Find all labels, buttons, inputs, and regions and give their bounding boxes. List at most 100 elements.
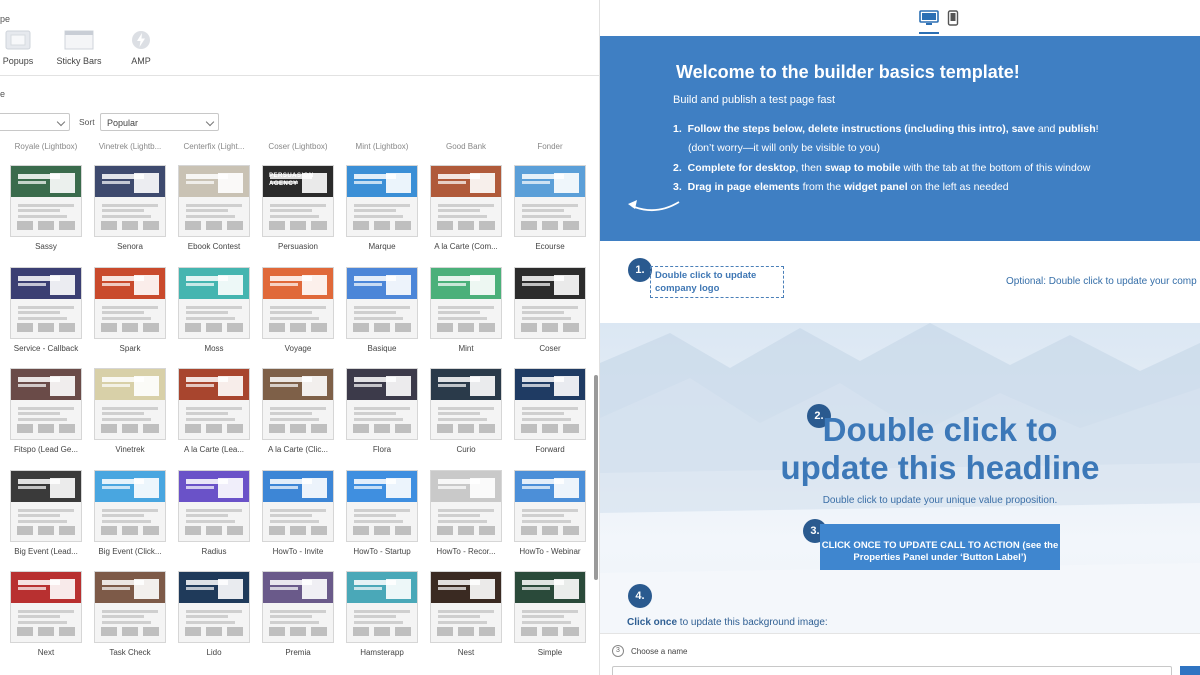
template-label: Spark — [119, 344, 141, 353]
template-thumbnail[interactable] — [178, 368, 250, 440]
template-thumbnail[interactable] — [346, 267, 418, 339]
template-label: Royale (Lightbox) — [14, 142, 78, 151]
sort-select-value: Popular — [107, 118, 139, 128]
template-thumbnail[interactable] — [262, 267, 334, 339]
template-label: Hamsterapp — [360, 648, 404, 657]
amp-bolt-icon — [132, 31, 150, 49]
hero-section[interactable]: 2. Double click to update this headline … — [600, 323, 1200, 633]
page-preview-panel: Welcome to the builder basics template! … — [600, 0, 1200, 675]
template-thumbnail[interactable] — [178, 165, 250, 237]
intro-step-2: 2. Complete for desktop, then swap to mo… — [673, 162, 1091, 174]
template-thumbnail[interactable] — [514, 267, 586, 339]
type-popups-label: Popups — [2, 56, 34, 66]
type-popups[interactable]: Popups — [0, 30, 36, 66]
page-type-label: pe — [0, 14, 11, 24]
template-thumbnail[interactable] — [430, 571, 502, 643]
intro-step-1: 1. Follow the steps below, delete instru… — [673, 123, 1099, 135]
template-label: Basique — [367, 344, 397, 353]
page-header-section[interactable]: 1. Double click to update company logo O… — [600, 241, 1200, 323]
template-thumbnail[interactable] — [430, 267, 502, 339]
template-label: Task Check — [109, 648, 151, 657]
template-thumbnail[interactable] — [178, 470, 250, 542]
template-label: HowTo - Webinar — [519, 547, 581, 556]
template-thumbnail[interactable] — [94, 368, 166, 440]
template-label: Vinetrek — [115, 445, 145, 454]
filter-label: e — [0, 89, 6, 99]
template-thumbnail[interactable] — [514, 165, 586, 237]
template-label: Mint (Lightbox) — [355, 142, 409, 151]
page-name-input[interactable] — [612, 666, 1172, 675]
template-thumbnail[interactable] — [514, 470, 586, 542]
template-label: Voyage — [284, 344, 312, 353]
template-thumbnail[interactable] — [262, 368, 334, 440]
template-label: Coser (Lightbox) — [268, 142, 328, 151]
template-label: Simple — [537, 648, 563, 657]
active-device-indicator — [919, 32, 939, 34]
template-thumbnail[interactable] — [262, 470, 334, 542]
template-thumbnail[interactable] — [346, 165, 418, 237]
template-label: Good Bank — [445, 142, 487, 151]
template-label: HowTo - Recor... — [436, 547, 496, 556]
intro-step-3: 3. Drag in page elements from the widget… — [673, 181, 1009, 193]
template-thumbnail[interactable] — [430, 470, 502, 542]
type-amp[interactable]: AMP — [126, 30, 156, 66]
template-thumbnail[interactable] — [10, 267, 82, 339]
hero-headline[interactable]: Double click to update this headline — [600, 411, 1200, 487]
step-number-icon: 3 — [612, 645, 624, 657]
template-thumbnail[interactable] — [94, 165, 166, 237]
template-thumbnail[interactable] — [10, 571, 82, 643]
template-label: Senora — [117, 242, 143, 251]
template-thumbnail[interactable] — [178, 267, 250, 339]
template-thumbnail[interactable] — [346, 571, 418, 643]
template-thumbnail[interactable] — [10, 470, 82, 542]
template-thumbnail[interactable] — [346, 368, 418, 440]
cta-line-1: CLICK ONCE TO UPDATE CALL TO ACTION (see… — [821, 540, 1059, 551]
template-thumbnail[interactable] — [262, 571, 334, 643]
template-thumbnail[interactable] — [10, 165, 82, 237]
template-thumbnail[interactable] — [430, 368, 502, 440]
template-label: Radius — [201, 547, 227, 556]
template-thumbnail[interactable] — [94, 470, 166, 542]
device-toggle-bar — [600, 0, 1200, 36]
template-label: A la Carte (Lea... — [183, 445, 245, 454]
intro-instructions-section[interactable]: Welcome to the builder basics template! … — [600, 36, 1200, 241]
popup-icon — [5, 30, 31, 50]
template-thumbnail[interactable] — [346, 470, 418, 542]
template-label: Flora — [372, 445, 392, 454]
intro-title: Welcome to the builder basics template! — [676, 62, 1020, 82]
template-thumbnail[interactable] — [178, 571, 250, 643]
gallery-scrollbar[interactable] — [594, 375, 598, 580]
template-thumbnail[interactable]: PERSUASION AGENCY — [262, 165, 334, 237]
template-label: Service - Callback — [13, 344, 79, 353]
value-proposition[interactable]: Double click to update your unique value… — [600, 495, 1200, 506]
page-name-submit-button[interactable] — [1180, 666, 1200, 675]
category-select[interactable] — [0, 113, 70, 131]
sort-label: Sort — [79, 117, 95, 127]
template-thumbnail[interactable] — [94, 571, 166, 643]
template-label: Next — [37, 648, 55, 657]
optional-header-text[interactable]: Optional: Double click to update your co… — [1006, 276, 1197, 287]
sort-select[interactable]: Popular — [100, 113, 219, 131]
type-sticky-bars[interactable]: Sticky Bars — [56, 30, 102, 66]
template-label: Nest — [457, 648, 475, 657]
type-divider — [0, 75, 600, 76]
template-label: Lido — [206, 648, 222, 657]
template-label: Sassy — [35, 242, 57, 251]
step-badge-1: 1. — [628, 258, 652, 282]
company-logo-placeholder[interactable]: Double click to update company logo — [650, 266, 784, 298]
call-to-action-button[interactable]: CLICK ONCE TO UPDATE CALL TO ACTION (see… — [820, 524, 1060, 570]
type-sticky-bars-label: Sticky Bars — [56, 56, 102, 66]
template-label: Mint — [458, 344, 474, 353]
template-thumbnail[interactable] — [514, 368, 586, 440]
template-thumbnail[interactable] — [514, 571, 586, 643]
curved-arrow-icon — [628, 200, 680, 212]
template-thumbnail[interactable] — [430, 165, 502, 237]
template-thumbnail[interactable] — [10, 368, 82, 440]
desktop-icon[interactable] — [919, 10, 939, 26]
mobile-icon[interactable] — [947, 10, 959, 26]
background-image-instruction: Click once to update this background ima… — [627, 617, 828, 628]
cta-line-2: Properties Panel under ‘Button Label’) — [853, 552, 1027, 563]
template-thumbnail[interactable] — [94, 267, 166, 339]
sticky-bar-icon — [64, 30, 94, 50]
thumbnail-brand-text: PERSUASION AGENCY — [269, 173, 314, 187]
